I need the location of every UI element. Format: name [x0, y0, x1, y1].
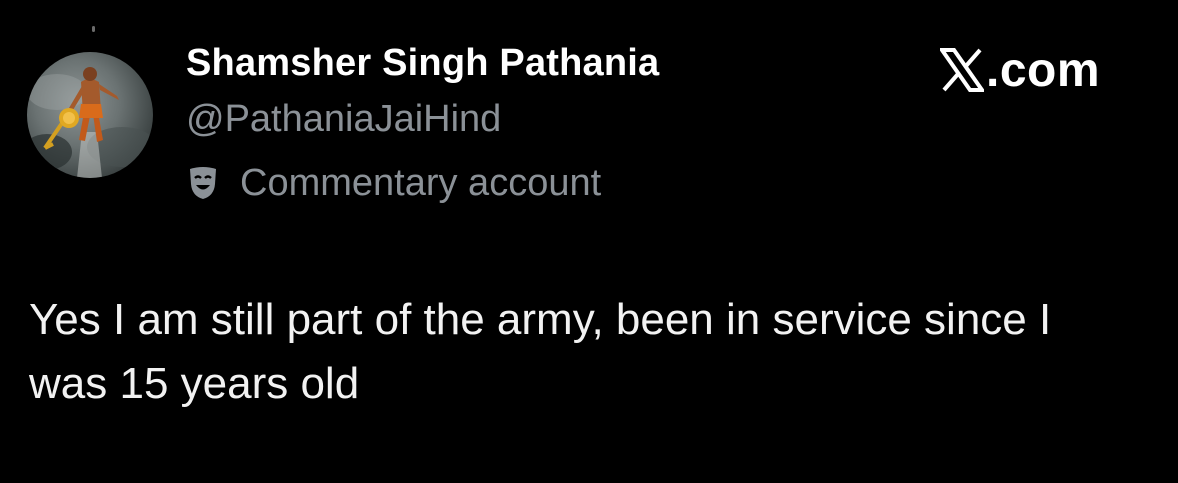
tweet-card: Shamsher Singh Pathania @PathaniaJaiHind…	[0, 0, 1178, 483]
screen-speck	[92, 26, 95, 32]
x-logo-icon	[938, 48, 986, 92]
theater-mask-icon	[188, 166, 218, 200]
user-handle[interactable]: @PathaniaJaiHind	[186, 98, 501, 141]
brand-watermark: .com	[938, 42, 1101, 98]
tweet-text: Yes I am still part of the army, been in…	[29, 295, 1052, 408]
avatar-image	[27, 67, 153, 178]
brand-text: .com	[986, 43, 1101, 97]
display-name[interactable]: Shamsher Singh Pathania	[186, 42, 659, 85]
account-label: Commentary account	[188, 158, 601, 208]
account-label-text: Commentary account	[240, 161, 602, 204]
avatar[interactable]	[27, 52, 153, 178]
